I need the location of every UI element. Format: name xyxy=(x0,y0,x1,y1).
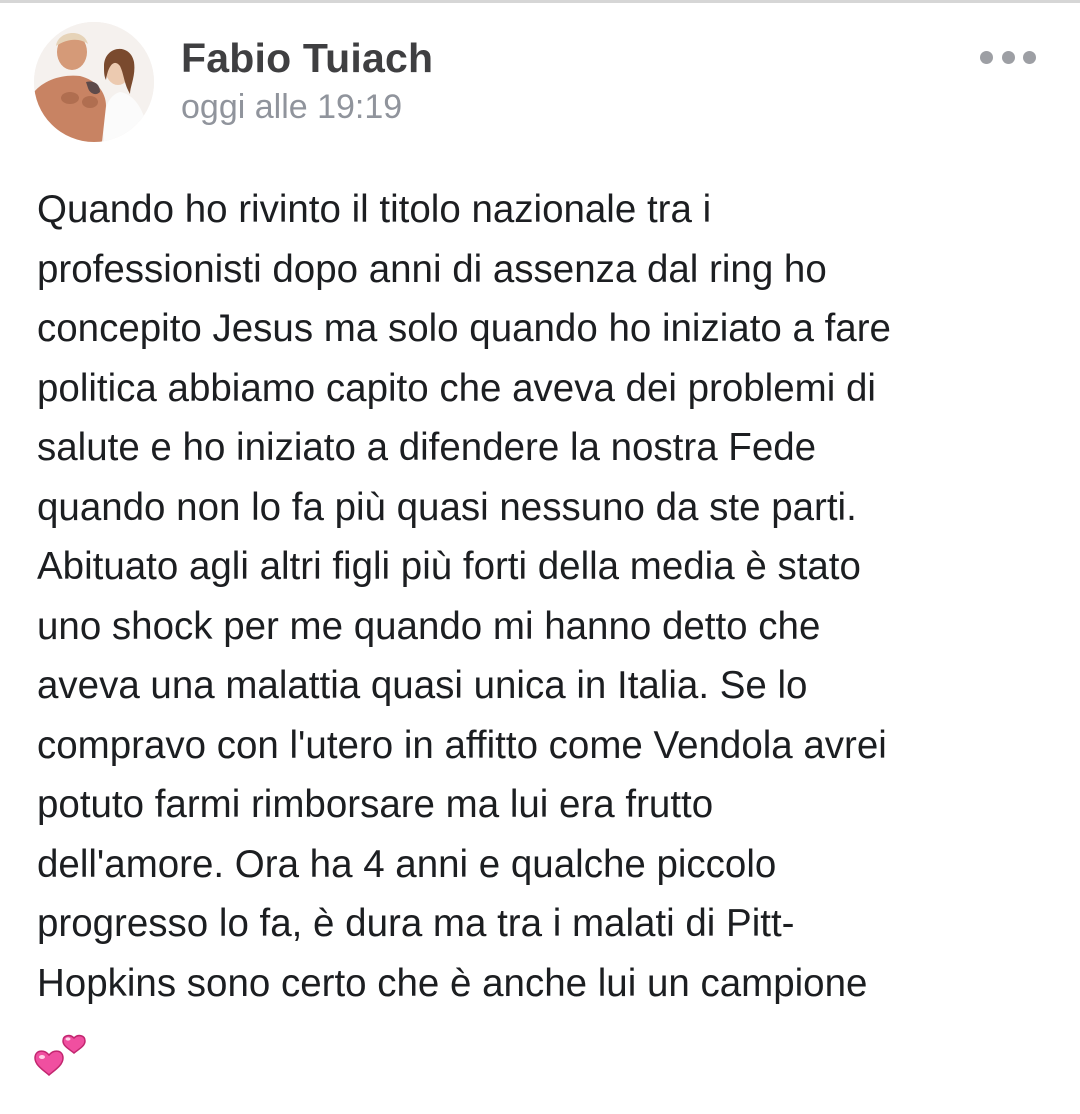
top-divider xyxy=(0,0,1080,3)
author-avatar[interactable] xyxy=(34,22,154,142)
more-dots-icon xyxy=(980,50,993,64)
post-timestamp[interactable]: oggi alle 19:19 xyxy=(181,88,402,127)
post-text-line: Hopkins sono certo che è anche lui un ca… xyxy=(37,961,868,1005)
post-text-line: salute e ho iniziato a difendere la nost… xyxy=(37,426,817,469)
post-text-line: potuto farmi rimborsare ma lui era frutt… xyxy=(37,783,714,826)
post-text-line: Quando ho rivinto il titolo nazionale tr… xyxy=(37,188,712,231)
post-text-line: Abituato agli altri figli più forti dell… xyxy=(37,545,861,588)
post-text-line: professionisti dopo anni di assenza dal … xyxy=(37,247,827,291)
more-dots-icon xyxy=(1023,50,1036,64)
post-text-line: politica abbiamo capito che aveva dei pr… xyxy=(37,366,876,410)
post-text-line: concepito Jesus ma solo quando ho inizia… xyxy=(37,307,891,350)
post-text-line: uno shock per me quando mi hanno detto c… xyxy=(37,604,821,648)
post-text-line: compravo con l'utero in affitto come Ven… xyxy=(37,723,887,767)
post-text-line: aveva una malattia quasi unica in Italia… xyxy=(37,664,808,707)
post-text-line: quando non lo fa più quasi nessuno da st… xyxy=(37,485,857,529)
more-options-button[interactable] xyxy=(980,44,1036,70)
two-hearts-icon xyxy=(34,1022,88,1076)
post-header: Fabio Tuiach oggi alle 19:19 xyxy=(34,22,1046,146)
more-dots-icon xyxy=(1001,50,1015,64)
post-text-line: dell'amore. Ora ha 4 anni e qualche picc… xyxy=(37,842,777,886)
post-text-line: progresso lo fa, è dura ma tra i malati … xyxy=(37,902,795,945)
author-name[interactable]: Fabio Tuiach xyxy=(181,35,433,82)
post-text: Quando ho rivinto il titolo nazionale tr… xyxy=(37,180,1052,1013)
